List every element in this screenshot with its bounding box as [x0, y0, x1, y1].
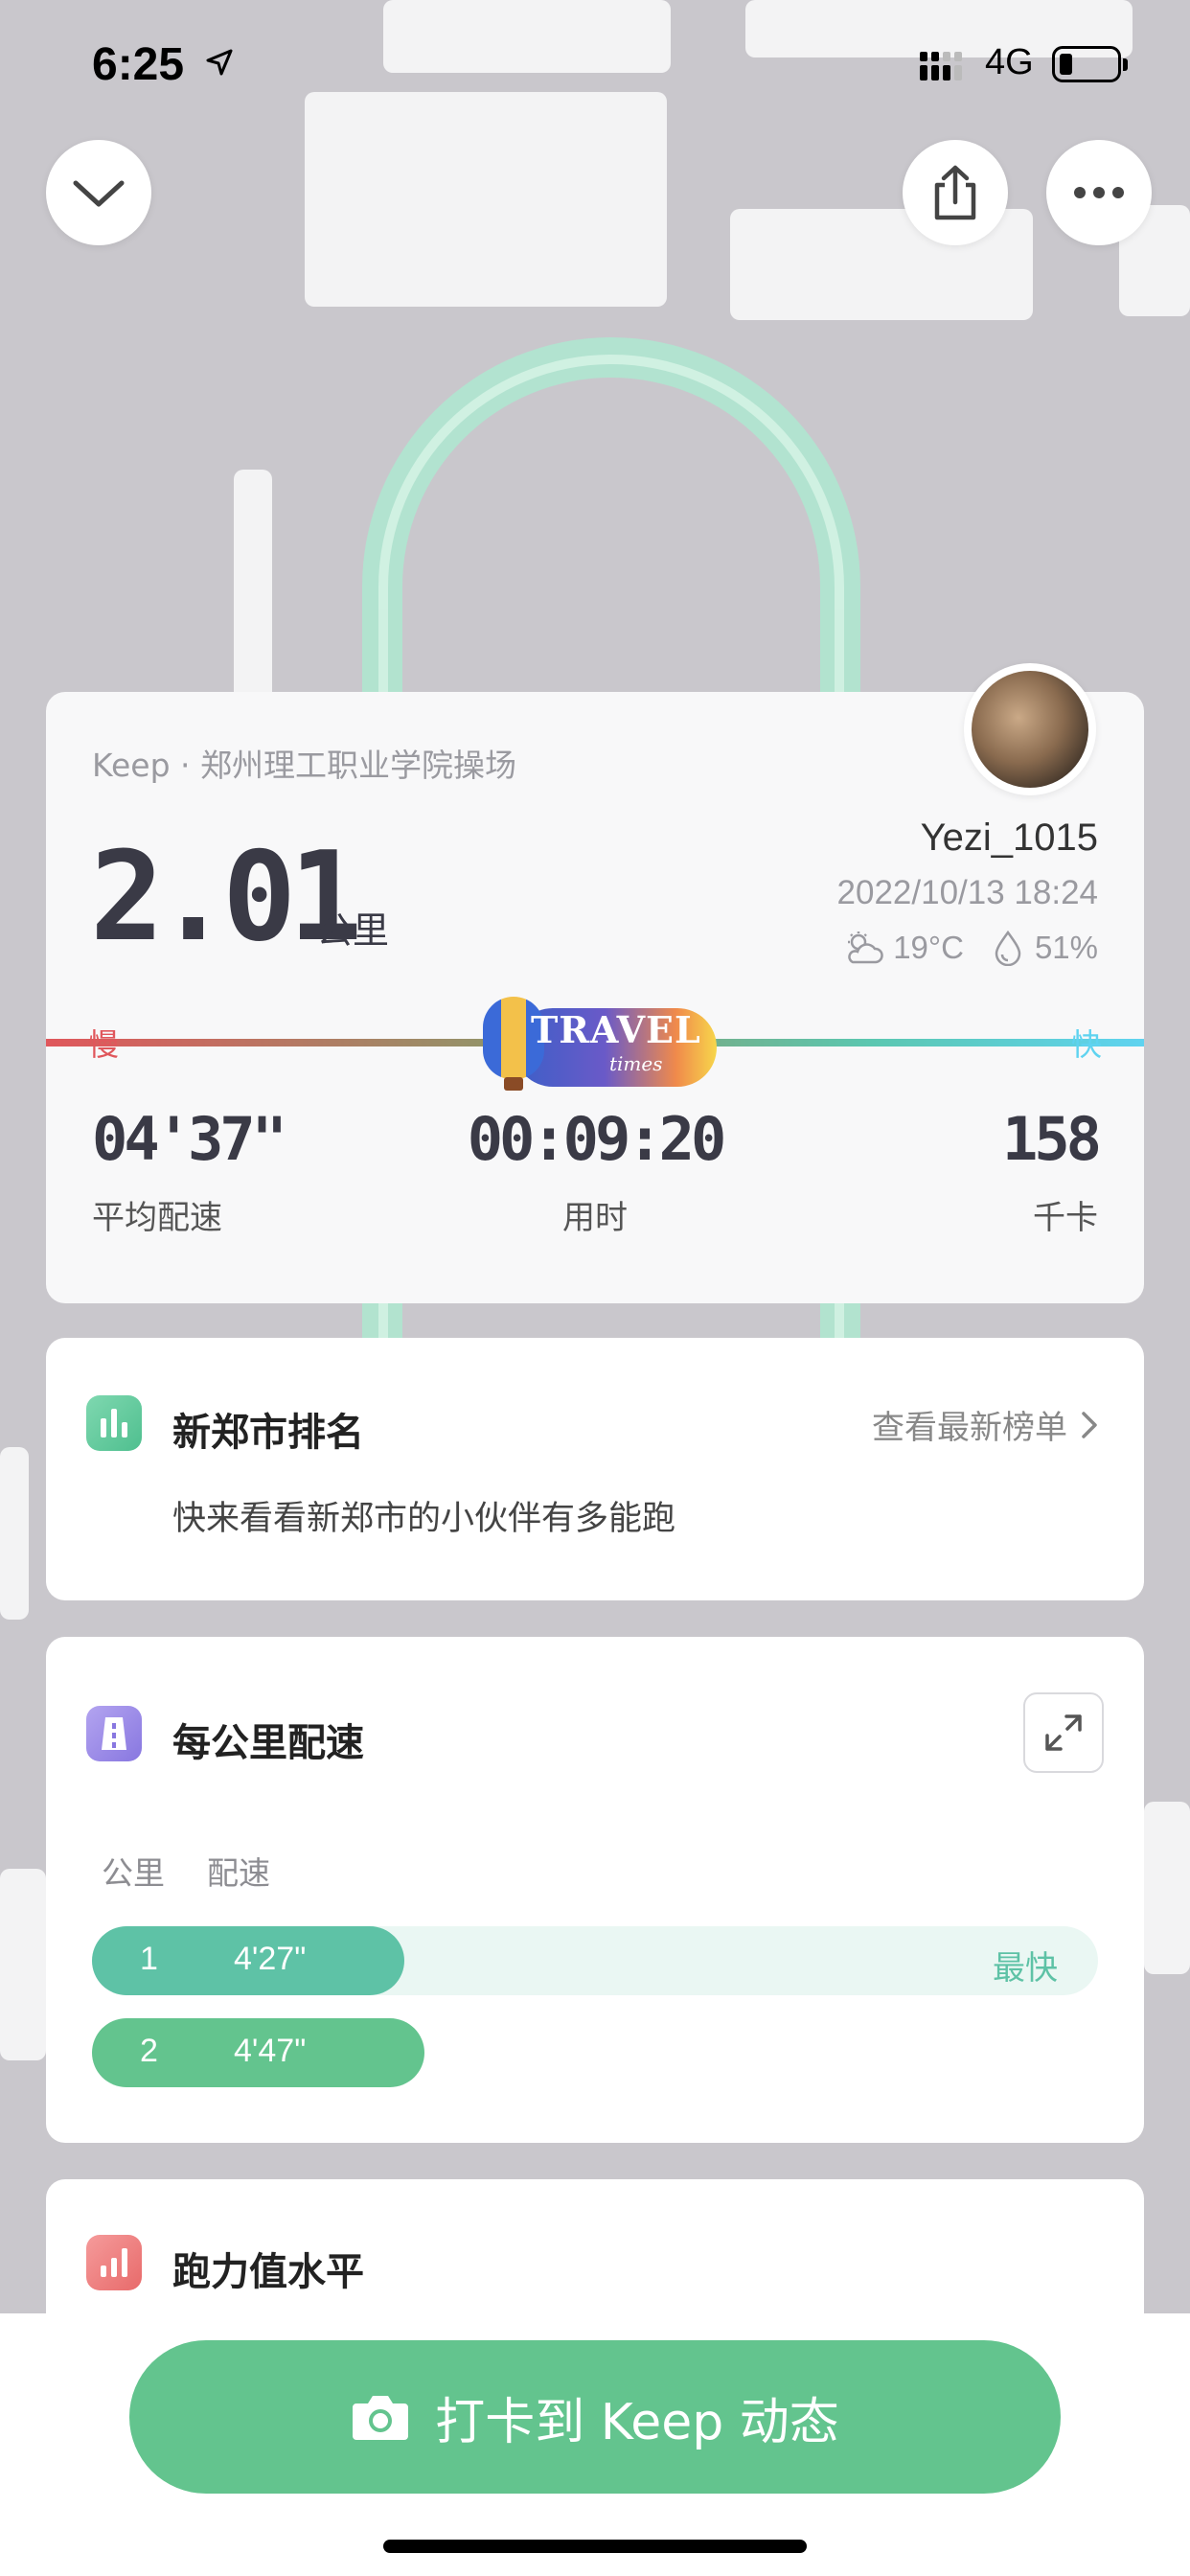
map-building: [0, 1447, 29, 1620]
run-power-title: 跑力值水平: [172, 2250, 364, 2294]
duration-stat: 00:09:20 用时: [467, 1104, 727, 1237]
map-road: [234, 470, 272, 709]
fast-label: 快: [1070, 1026, 1102, 1063]
pace-title: 每公里配速: [172, 1721, 364, 1765]
more-options-button[interactable]: [1046, 140, 1152, 245]
avatar[interactable]: [964, 663, 1096, 795]
username[interactable]: Yezi_1015: [921, 816, 1098, 860]
collapse-button[interactable]: [46, 140, 151, 245]
humidity: 51%: [1034, 930, 1098, 965]
network-type: 4G: [985, 42, 1034, 82]
weather-info: 19°C 51%: [843, 930, 1098, 966]
level-chart-icon: [86, 2235, 142, 2290]
temperature: 19°C: [893, 930, 964, 965]
ranking-title: 新郑市排名: [172, 1411, 364, 1455]
signal-icon: [920, 52, 962, 80]
share-button[interactable]: [903, 140, 1008, 245]
humidity-drop-icon: [995, 930, 1021, 966]
camera-icon: [353, 2396, 409, 2440]
pace-row: 2 4'47": [92, 2018, 1098, 2087]
chevron-right-icon: [1082, 1411, 1097, 1438]
battery-icon: [1052, 46, 1128, 82]
calories-stat: 158 千卡: [1002, 1104, 1102, 1237]
ranking-description: 快来看看新郑市的小伙伴有多能跑: [172, 1500, 676, 1538]
expand-button[interactable]: [1023, 1692, 1104, 1773]
run-datetime: 2022/10/13 18:24: [836, 874, 1098, 911]
pace-per-km-card: 每公里配速 公里 配速 1 4'27" 最快 2 4'47": [46, 1637, 1144, 2143]
distance-unit: 公里: [316, 909, 390, 952]
post-to-keep-button[interactable]: 打卡到 Keep 动态: [129, 2340, 1061, 2494]
partly-cloudy-icon: [848, 932, 883, 964]
ranking-card[interactable]: 新郑市排名 查看最新榜单 快来看看新郑市的小伙伴有多能跑: [46, 1338, 1144, 1600]
pace-row: 1 4'27" 最快: [92, 1926, 1098, 1995]
more-dots-icon: [1074, 187, 1124, 198]
view-leaderboard-link[interactable]: 查看最新榜单: [872, 1401, 1098, 1448]
bar-chart-icon: [86, 1395, 142, 1451]
share-icon: [934, 165, 976, 220]
km-column-header: 公里: [102, 1854, 165, 1892]
status-time: 6:25: [92, 39, 185, 90]
travel-times-badge: TRAVEL times: [475, 997, 721, 1092]
slow-label: 慢: [88, 1026, 120, 1063]
home-indicator: [383, 2540, 807, 2553]
expand-icon: [1045, 1714, 1082, 1751]
bottom-bar: 打卡到 Keep 动态: [0, 2313, 1190, 2576]
run-summary-card: Keep · 郑州理工职业学院操场 2.01 公里 Yezi_1015 2022…: [46, 663, 1144, 1303]
pace-column-header: 配速: [207, 1854, 270, 1892]
map-building: [1144, 1802, 1190, 1974]
road-icon: [86, 1706, 142, 1761]
map-building: [0, 1869, 46, 2060]
location-arrow-icon: [206, 49, 233, 76]
chevron-down-icon: [73, 180, 125, 207]
status-bar: 6:25 4G: [0, 0, 1190, 134]
run-source: Keep · 郑州理工职业学院操场: [92, 747, 517, 784]
distance-value: 2.01: [90, 826, 362, 969]
post-to-keep-label: 打卡到 Keep 动态: [435, 2393, 839, 2451]
fastest-tag: 最快: [993, 1949, 1058, 1988]
